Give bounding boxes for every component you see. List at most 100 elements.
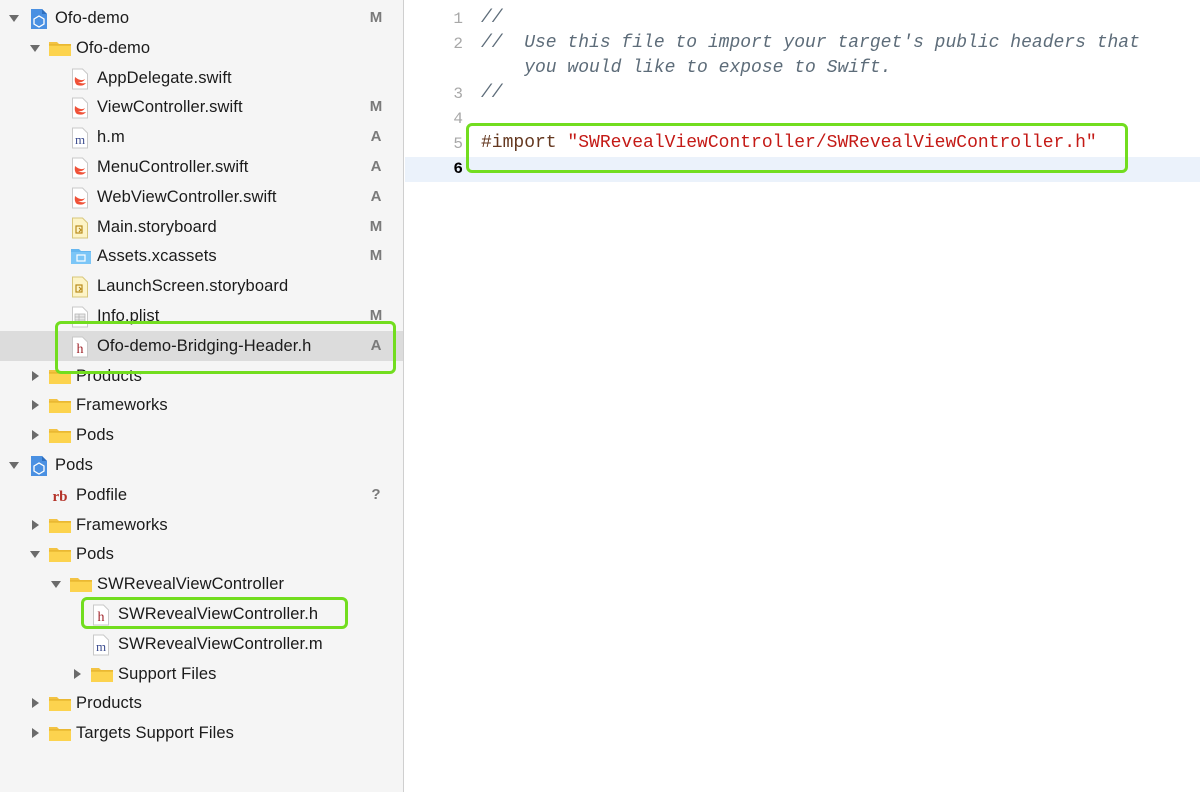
navigator-item[interactable]: m h.m A xyxy=(0,122,403,152)
source-control-status-badge: M xyxy=(369,247,383,264)
disclosure-expanded-icon[interactable] xyxy=(50,578,62,590)
navigator-item-label: Ofo-demo-Bridging-Header.h xyxy=(97,337,312,355)
folder-icon xyxy=(48,544,71,564)
navigator-item-label: Ofo-demo xyxy=(55,9,130,27)
navigator-item[interactable]: Main.storyboard M xyxy=(0,212,403,242)
line-number: 1 xyxy=(453,10,463,28)
source-control-status-badge: ? xyxy=(371,486,381,503)
code-comment: // xyxy=(481,83,503,103)
code-line[interactable]: // xyxy=(481,83,503,103)
line-number: 4 xyxy=(453,110,463,128)
disclosure-collapsed-icon[interactable] xyxy=(29,519,41,531)
folder-icon xyxy=(48,395,71,415)
line-number: 2 xyxy=(453,35,463,53)
svg-text:m: m xyxy=(96,639,106,654)
disclosure-expanded-icon[interactable] xyxy=(29,548,41,560)
disclosure-collapsed-icon[interactable] xyxy=(29,429,41,441)
source-control-status-badge: A xyxy=(370,337,382,354)
swift-file-icon xyxy=(71,187,91,209)
navigator-item[interactable]: Info.plist M xyxy=(0,301,403,331)
folder-icon xyxy=(48,693,71,713)
navigator-item[interactable]: LaunchScreen.storyboard xyxy=(0,271,403,301)
navigator-item[interactable]: Frameworks xyxy=(0,390,403,420)
source-control-status-badge: M xyxy=(369,218,383,235)
navigator-item-label: Frameworks xyxy=(76,396,168,414)
navigator-item[interactable]: Frameworks xyxy=(0,510,403,540)
svg-text:h: h xyxy=(98,610,105,625)
disclosure-collapsed-icon[interactable] xyxy=(29,370,41,382)
navigator-item-label: LaunchScreen.storyboard xyxy=(97,277,289,295)
code-line[interactable]: #import "SWRevealViewController/SWReveal… xyxy=(481,133,1097,153)
navigator-item[interactable]: SWRevealViewController xyxy=(0,569,403,599)
swift-file-icon xyxy=(71,157,91,179)
navigator-item[interactable]: Targets Support Files xyxy=(0,718,403,748)
navigator-item-label: h.m xyxy=(97,128,125,146)
navigator-item[interactable]: Ofo-demo M xyxy=(0,3,403,33)
navigator-item[interactable]: h SWRevealViewController.h xyxy=(0,599,403,629)
navigator-item-label: Support Files xyxy=(118,665,217,683)
disclosure-expanded-icon[interactable] xyxy=(29,42,41,54)
navigator-item-label: ViewController.swift xyxy=(97,98,243,116)
swift-file-icon xyxy=(71,68,91,90)
storyboard-file-icon xyxy=(71,276,91,298)
navigator-item-label: Podfile xyxy=(76,486,128,504)
line-number: 5 xyxy=(453,135,463,153)
navigator-item[interactable]: h Ofo-demo-Bridging-Header.h A xyxy=(0,331,403,361)
navigator-item[interactable]: WebViewController.swift A xyxy=(0,182,403,212)
navigator-item[interactable]: Products xyxy=(0,688,403,718)
code-comment: you would like to expose to Swift. xyxy=(481,58,892,78)
swift-file-icon xyxy=(71,97,91,119)
navigator-item[interactable]: ViewController.swift M xyxy=(0,92,403,122)
project-navigator: Ofo-demo M Ofo-demo AppDelegate.swift ViewCo… xyxy=(0,0,404,792)
folder-icon xyxy=(48,723,71,743)
code-comment: // xyxy=(481,8,503,28)
navigator-item-label: WebViewController.swift xyxy=(97,188,277,206)
disclosure-collapsed-icon[interactable] xyxy=(71,668,83,680)
code-string-literal: "SWRevealViewController/SWRevealViewCont… xyxy=(567,133,1097,153)
navigator-item-label: SWRevealViewController.h xyxy=(118,605,319,623)
storyboard-file-icon xyxy=(71,217,91,239)
disclosure-expanded-icon[interactable] xyxy=(8,12,20,24)
source-control-status-badge: A xyxy=(370,128,382,145)
code-line[interactable]: // Use this file to import your target's… xyxy=(481,33,1140,53)
disclosure-collapsed-icon[interactable] xyxy=(29,727,41,739)
svg-text:m: m xyxy=(75,132,85,147)
source-control-status-badge: M xyxy=(369,98,383,115)
code-line[interactable]: // xyxy=(481,8,503,28)
folder-icon xyxy=(90,664,113,684)
navigator-item-label: Pods xyxy=(55,456,94,474)
navigator-item[interactable]: Pods xyxy=(0,450,403,480)
header-file-icon: h xyxy=(92,604,112,626)
navigator-item-label: Pods xyxy=(76,426,115,444)
navigator-item[interactable]: Ofo-demo xyxy=(0,33,403,63)
disclosure-collapsed-icon[interactable] xyxy=(29,399,41,411)
navigator-item-label: Ofo-demo xyxy=(76,39,151,57)
navigator-item[interactable]: rb Podfile? xyxy=(0,480,403,510)
navigator-item[interactable]: AppDelegate.swift xyxy=(0,63,403,93)
header-file-icon: h xyxy=(71,336,91,358)
folder-icon xyxy=(48,425,71,445)
navigator-item[interactable]: MenuController.swift A xyxy=(0,152,403,182)
navigator-item-label: Pods xyxy=(76,545,115,563)
folder-icon xyxy=(69,574,92,594)
navigator-item-label: Products xyxy=(76,694,142,712)
folder-icon xyxy=(48,38,71,58)
navigator-item[interactable]: m SWRevealViewController.m xyxy=(0,629,403,659)
navigator-item[interactable]: Products xyxy=(0,361,403,391)
disclosure-collapsed-icon[interactable] xyxy=(29,697,41,709)
navigator-item[interactable]: Pods xyxy=(0,420,403,450)
folder-icon xyxy=(48,515,71,535)
code-line[interactable]: you would like to expose to Swift. xyxy=(481,58,891,78)
navigator-item-label: Products xyxy=(76,367,142,385)
navigator-item-label: Frameworks xyxy=(76,516,168,534)
navigator-item-label: Info.plist xyxy=(97,307,160,325)
navigator-item-label: MenuController.swift xyxy=(97,158,249,176)
navigator-item-label: Assets.xcassets xyxy=(97,247,217,265)
source-editor[interactable]: 1 // 2 // Use this file to import your targ… xyxy=(405,0,1200,792)
navigator-item[interactable]: Pods xyxy=(0,539,403,569)
disclosure-expanded-icon[interactable] xyxy=(8,459,20,471)
source-control-status-badge: A xyxy=(370,158,382,175)
navigator-item[interactable]: Assets.xcassets M xyxy=(0,241,403,271)
navigator-item[interactable]: Support Files xyxy=(0,659,403,689)
navigator-item-label: AppDelegate.swift xyxy=(97,69,232,87)
